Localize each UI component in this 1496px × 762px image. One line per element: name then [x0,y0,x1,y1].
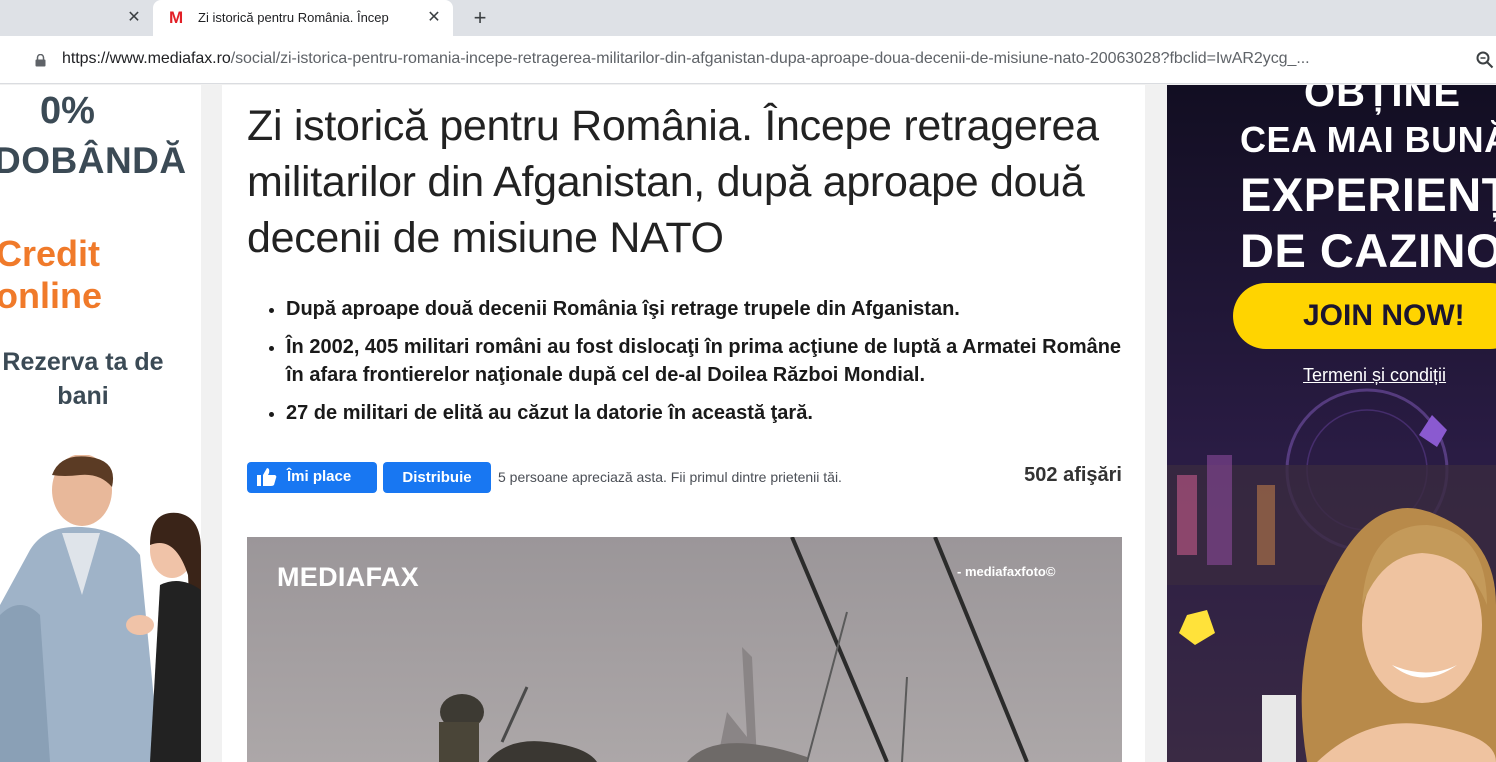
summary-item: În 2002, 405 militari români au fost dis… [269,333,1126,389]
url-path: /social/zi-istorica-pentru-romania-incep… [230,50,1310,67]
tab-close-icon[interactable]: ✕ [424,8,444,28]
summary-item: După aproape două decenii România îşi re… [269,295,1126,323]
article-summary-list: După aproape două decenii România îşi re… [269,295,1126,437]
ad-left-heading: DOBÂNDĂ [0,140,187,181]
terms-link[interactable]: Termeni și condiții [1303,365,1446,386]
ad-right-line2: CEA MAI BUNĂ [1240,119,1496,160]
article-hero-image[interactable]: MEDIAFAX - mediafaxfoto© [247,537,1122,762]
ad-right[interactable]: OBȚINE CEA MAI BUNĂ EXPERIENȚĂ DE CAZINO… [1167,85,1496,762]
article: Zi istorică pentru România. Începe retra… [222,85,1145,762]
tab-previous[interactable]: ✕ [0,0,153,36]
like-label: Îmi place [287,468,352,485]
url-host: https://www.mediafax.ro [62,50,231,67]
facebook-like-button[interactable]: Îmi place [247,462,377,493]
address-bar: https://www.mediafax.ro/social/zi-istori… [0,36,1496,84]
likes-count-text: 5 persoane apreciază asta. Fii primul di… [498,469,842,485]
ad-left-product: Credit online [0,233,102,316]
new-tab-plus-icon[interactable]: + [466,5,494,31]
social-bar: Îmi place Distribuie 5 persoane apreciaz… [247,462,1122,493]
mediafax-watermark-logo: MEDIAFAX [277,562,419,592]
views-count: 502 afişări [1024,464,1122,486]
url-input[interactable]: https://www.mediafax.ro/social/zi-istori… [62,50,1462,68]
article-headline: Zi istorică pentru România. Începe retra… [247,102,1099,262]
zoom-icon[interactable] [1476,51,1494,69]
ad-left-tagline: Rezerva ta de bani [2,348,164,410]
thumbs-up-icon [257,468,277,486]
ad-left-photo [0,455,201,762]
tab-close-icon[interactable]: ✕ [124,8,144,28]
facebook-share-button[interactable]: Distribuie [383,462,491,493]
ad-right-line1: OBȚINE [1304,85,1462,115]
tab-title: Zi istorică pentru România. Încep [198,10,389,25]
join-now-button[interactable]: JOIN NOW! [1233,283,1496,349]
ad-left-rate: 0% [40,90,95,132]
page: 0% DOBÂNDĂ Credit online Rezerva ta de b… [0,85,1496,762]
lock-icon [35,54,46,67]
ad-right-line3: EXPERIENȚĂ [1240,168,1496,221]
summary-item: 27 de militari de elită au căzut la dato… [269,399,1126,427]
tab-strip: ✕ M Zi istorică pentru România. Încep ✕ … [0,0,1496,36]
mediafax-favicon-icon: M [169,8,184,27]
photo-credit: - mediafaxfoto© [957,564,1056,579]
ad-right-line4: DE CAZINO [1240,224,1496,277]
ad-left[interactable]: 0% DOBÂNDĂ Credit online Rezerva ta de b… [0,85,201,762]
tab-active[interactable]: M Zi istorică pentru România. Încep ✕ [153,0,453,36]
